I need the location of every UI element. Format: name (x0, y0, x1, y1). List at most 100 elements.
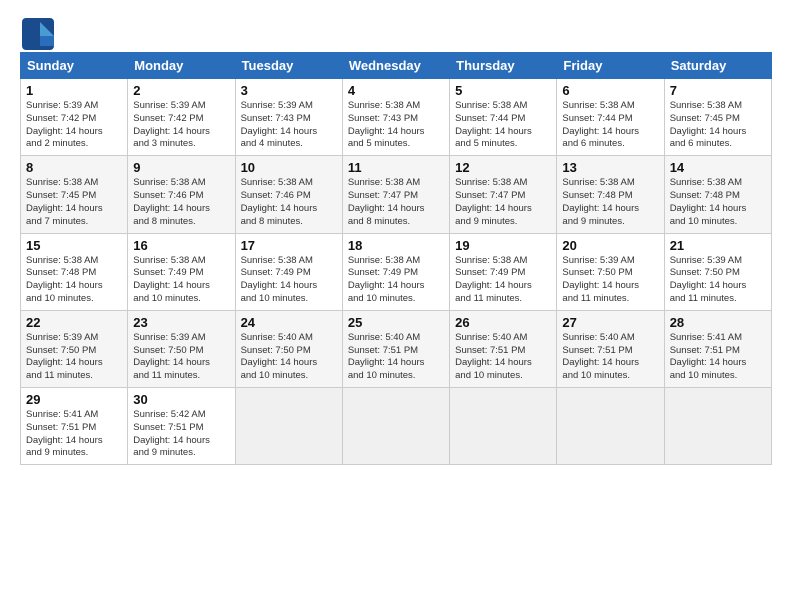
cell-content: Sunrise: 5:40 AMSunset: 7:51 PMDaylight:… (348, 332, 444, 383)
cell-content: Sunrise: 5:38 AMSunset: 7:43 PMDaylight:… (348, 100, 444, 151)
calendar-cell: 13 Sunrise: 5:38 AMSunset: 7:48 PMDayligh… (557, 156, 664, 233)
calendar-cell: 21Sunrise: 5:39 AMSunset: 7:50 PMDayligh… (664, 233, 771, 310)
calendar-cell: 15 Sunrise: 5:38 AMSunset: 7:48 PMDayligh… (21, 233, 128, 310)
cell-content: Sunrise: 5:39 AMSunset: 7:50 PMDaylight:… (562, 255, 658, 306)
cell-content: Sunrise: 5:38 AMSunset: 7:49 PMDaylight:… (133, 255, 229, 306)
calendar-cell: 28Sunrise: 5:41 AMSunset: 7:51 PMDayligh… (664, 310, 771, 387)
calendar-cell (450, 388, 557, 465)
calendar-cell: 5Sunrise: 5:38 AMSunset: 7:44 PMDaylight… (450, 79, 557, 156)
day-number: 24 (241, 315, 337, 330)
day-number: 30 (133, 392, 229, 407)
cell-content: Sunrise: 5:38 AMSunset: 7:45 PMDaylight:… (26, 177, 122, 228)
header-day-saturday: Saturday (664, 53, 771, 79)
calendar-cell: 10Sunrise: 5:38 AMSunset: 7:46 PMDayligh… (235, 156, 342, 233)
cell-content: Sunrise: 5:38 AMSunset: 7:44 PMDaylight:… (455, 100, 551, 151)
day-number: 21 (670, 238, 766, 253)
day-number: 18 (348, 238, 444, 253)
calendar-cell: 2 Sunrise: 5:39 AMSunset: 7:42 PMDaylight… (128, 79, 235, 156)
week-row-2: 8 Sunrise: 5:38 AMSunset: 7:45 PMDaylight… (21, 156, 772, 233)
day-number: 16 (133, 238, 229, 253)
cell-content: Sunrise: 5:39 AMSunset: 7:42 PMDaylight:… (26, 100, 122, 151)
calendar-cell: 20 Sunrise: 5:39 AMSunset: 7:50 PMDayligh… (557, 233, 664, 310)
calendar-cell: 24 Sunrise: 5:40 AMSunset: 7:50 PMDayligh… (235, 310, 342, 387)
day-number: 26 (455, 315, 551, 330)
day-number: 11 (348, 160, 444, 175)
calendar-cell: 19 Sunrise: 5:38 AMSunset: 7:49 PMDayligh… (450, 233, 557, 310)
logo (20, 16, 50, 44)
cell-content: Sunrise: 5:38 AMSunset: 7:49 PMDaylight:… (241, 255, 337, 306)
week-row-4: 22 Sunrise: 5:39 AMSunset: 7:50 PMDayligh… (21, 310, 772, 387)
cell-content: Sunrise: 5:39 AMSunset: 7:43 PMDaylight:… (241, 100, 337, 151)
calendar-cell (557, 388, 664, 465)
calendar-cell: 4Sunrise: 5:38 AMSunset: 7:43 PMDaylight… (342, 79, 449, 156)
calendar-cell: 7 Sunrise: 5:38 AMSunset: 7:45 PMDaylight… (664, 79, 771, 156)
day-number: 25 (348, 315, 444, 330)
calendar-cell: 9 Sunrise: 5:38 AMSunset: 7:46 PMDaylight… (128, 156, 235, 233)
cell-content: Sunrise: 5:38 AMSunset: 7:49 PMDaylight:… (455, 255, 551, 306)
calendar-cell: 8 Sunrise: 5:38 AMSunset: 7:45 PMDaylight… (21, 156, 128, 233)
day-number: 20 (562, 238, 658, 253)
day-number: 1 (26, 83, 122, 98)
cell-content: Sunrise: 5:38 AMSunset: 7:48 PMDaylight:… (562, 177, 658, 228)
day-number: 23 (133, 315, 229, 330)
week-row-3: 15 Sunrise: 5:38 AMSunset: 7:48 PMDayligh… (21, 233, 772, 310)
calendar-cell: 27 Sunrise: 5:40 AMSunset: 7:51 PMDayligh… (557, 310, 664, 387)
calendar-cell: 14Sunrise: 5:38 AMSunset: 7:48 PMDayligh… (664, 156, 771, 233)
header-day-friday: Friday (557, 53, 664, 79)
day-number: 14 (670, 160, 766, 175)
cell-content: Sunrise: 5:38 AMSunset: 7:45 PMDaylight:… (670, 100, 766, 151)
logo-icon (20, 16, 48, 44)
cell-content: Sunrise: 5:38 AMSunset: 7:47 PMDaylight:… (348, 177, 444, 228)
day-number: 15 (26, 238, 122, 253)
header-day-wednesday: Wednesday (342, 53, 449, 79)
cell-content: Sunrise: 5:39 AMSunset: 7:42 PMDaylight:… (133, 100, 229, 151)
day-number: 13 (562, 160, 658, 175)
cell-content: Sunrise: 5:38 AMSunset: 7:44 PMDaylight:… (562, 100, 658, 151)
calendar-cell: 23 Sunrise: 5:39 AMSunset: 7:50 PMDayligh… (128, 310, 235, 387)
calendar-cell: 3 Sunrise: 5:39 AMSunset: 7:43 PMDaylight… (235, 79, 342, 156)
cell-content: Sunrise: 5:41 AMSunset: 7:51 PMDaylight:… (670, 332, 766, 383)
calendar-cell: 30 Sunrise: 5:42 AMSunset: 7:51 PMDayligh… (128, 388, 235, 465)
calendar-cell: 6Sunrise: 5:38 AMSunset: 7:44 PMDaylight… (557, 79, 664, 156)
cell-content: Sunrise: 5:42 AMSunset: 7:51 PMDaylight:… (133, 409, 229, 460)
calendar-cell (664, 388, 771, 465)
calendar-cell: 1 Sunrise: 5:39 AMSunset: 7:42 PMDaylight… (21, 79, 128, 156)
calendar-cell: 29 Sunrise: 5:41 AMSunset: 7:51 PMDayligh… (21, 388, 128, 465)
day-number: 10 (241, 160, 337, 175)
calendar-cell: 22 Sunrise: 5:39 AMSunset: 7:50 PMDayligh… (21, 310, 128, 387)
day-number: 22 (26, 315, 122, 330)
week-row-1: 1 Sunrise: 5:39 AMSunset: 7:42 PMDaylight… (21, 79, 772, 156)
header-day-tuesday: Tuesday (235, 53, 342, 79)
cell-content: Sunrise: 5:38 AMSunset: 7:47 PMDaylight:… (455, 177, 551, 228)
calendar-cell: 17 Sunrise: 5:38 AMSunset: 7:49 PMDayligh… (235, 233, 342, 310)
day-number: 17 (241, 238, 337, 253)
header-row: SundayMondayTuesdayWednesdayThursdayFrid… (21, 53, 772, 79)
cell-content: Sunrise: 5:41 AMSunset: 7:51 PMDaylight:… (26, 409, 122, 460)
day-number: 29 (26, 392, 122, 407)
day-number: 3 (241, 83, 337, 98)
day-number: 2 (133, 83, 229, 98)
day-number: 9 (133, 160, 229, 175)
calendar-cell: 16 Sunrise: 5:38 AMSunset: 7:49 PMDayligh… (128, 233, 235, 310)
header-day-thursday: Thursday (450, 53, 557, 79)
calendar-cell: 26Sunrise: 5:40 AMSunset: 7:51 PMDayligh… (450, 310, 557, 387)
header-day-sunday: Sunday (21, 53, 128, 79)
calendar-cell: 11 Sunrise: 5:38 AMSunset: 7:47 PMDayligh… (342, 156, 449, 233)
cell-content: Sunrise: 5:40 AMSunset: 7:50 PMDaylight:… (241, 332, 337, 383)
cell-content: Sunrise: 5:39 AMSunset: 7:50 PMDaylight:… (133, 332, 229, 383)
header (20, 16, 772, 44)
day-number: 7 (670, 83, 766, 98)
calendar-cell (342, 388, 449, 465)
calendar-cell: 25 Sunrise: 5:40 AMSunset: 7:51 PMDayligh… (342, 310, 449, 387)
cell-content: Sunrise: 5:38 AMSunset: 7:46 PMDaylight:… (133, 177, 229, 228)
cell-content: Sunrise: 5:40 AMSunset: 7:51 PMDaylight:… (562, 332, 658, 383)
cell-content: Sunrise: 5:38 AMSunset: 7:49 PMDaylight:… (348, 255, 444, 306)
day-number: 27 (562, 315, 658, 330)
day-number: 8 (26, 160, 122, 175)
cell-content: Sunrise: 5:39 AMSunset: 7:50 PMDaylight:… (26, 332, 122, 383)
calendar-table: SundayMondayTuesdayWednesdayThursdayFrid… (20, 52, 772, 465)
calendar-cell (235, 388, 342, 465)
day-number: 19 (455, 238, 551, 253)
cell-content: Sunrise: 5:38 AMSunset: 7:48 PMDaylight:… (26, 255, 122, 306)
header-day-monday: Monday (128, 53, 235, 79)
